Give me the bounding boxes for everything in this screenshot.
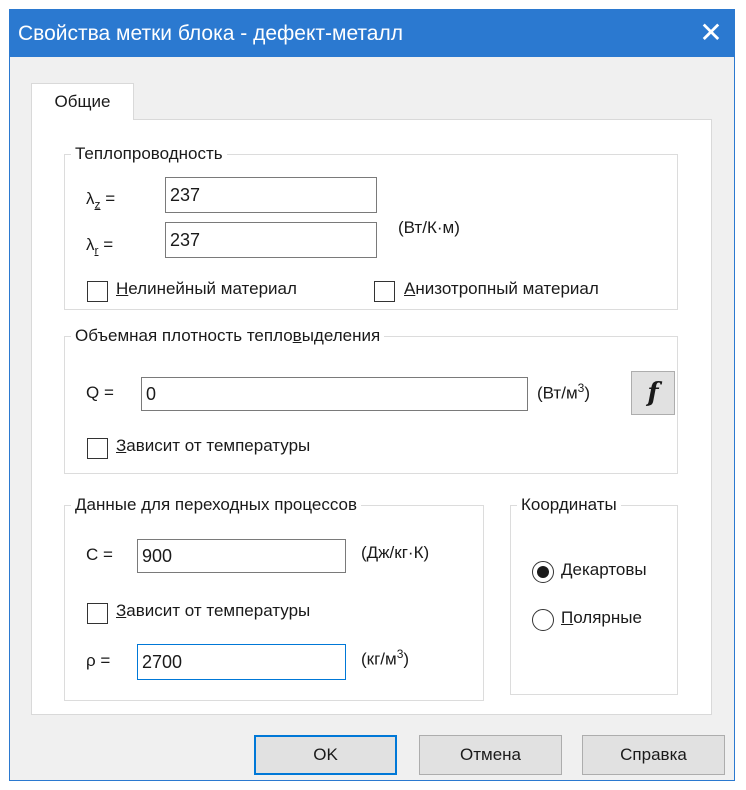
group-transient: Данные для переходных процессов C = (Дж/…: [64, 494, 484, 701]
group-heat-generation: Объемная плотность тепловыделения Q = (В…: [64, 325, 678, 474]
group-transient-legend: Данные для переходных процессов: [71, 494, 362, 516]
rho-input[interactable]: [137, 644, 346, 680]
close-icon[interactable]: ✕: [688, 10, 734, 57]
dialog-window: Свойства метки блока - дефект-металл ✕ О…: [9, 9, 735, 781]
group-conductivity-legend: Теплопроводность: [71, 143, 227, 165]
group-coordinates: Координаты Декартовы Полярные: [510, 494, 678, 695]
nonlinear-checkbox[interactable]: [87, 281, 108, 302]
lambda-z-input[interactable]: [165, 177, 377, 213]
rho-unit: (кг/м3): [361, 647, 410, 669]
tab-panel-general: Теплопроводность λz = λr = (Вт/К·м) Нели…: [31, 119, 712, 715]
ok-button[interactable]: OK: [254, 735, 397, 775]
c-temp-dependent-label[interactable]: Зависит от температуры: [116, 601, 310, 621]
q-label: Q =: [86, 383, 114, 402]
nonlinear-label[interactable]: Нелинейный материал: [116, 279, 297, 299]
c-temp-dependent-checkbox[interactable]: [87, 603, 108, 624]
cancel-button[interactable]: Отмена: [419, 735, 562, 775]
lambda-r-label: λr =: [86, 235, 114, 258]
heat-temp-dependent-checkbox[interactable]: [87, 438, 108, 459]
lambda-z-label: λz =: [86, 189, 116, 212]
c-input[interactable]: [137, 539, 346, 573]
title-bar[interactable]: Свойства метки блока - дефект-металл ✕: [10, 10, 734, 57]
group-coordinates-legend: Координаты: [517, 494, 621, 516]
c-label: C =: [86, 545, 113, 564]
rho-label: ρ =: [86, 651, 111, 670]
group-heat-generation-legend: Объемная плотность тепловыделения: [71, 325, 385, 347]
radio-polar[interactable]: [532, 609, 554, 631]
function-button[interactable]: f: [631, 371, 675, 415]
anisotropic-checkbox[interactable]: [374, 281, 395, 302]
q-input[interactable]: [141, 377, 528, 411]
radio-polar-label[interactable]: Полярные: [561, 608, 642, 628]
anisotropic-label[interactable]: Анизотропный материал: [404, 279, 599, 299]
radio-cartesian[interactable]: [532, 561, 554, 583]
radio-cartesian-dot: [537, 566, 549, 578]
group-conductivity: Теплопроводность λz = λr = (Вт/К·м) Нели…: [64, 143, 678, 310]
q-unit: (Вт/м3): [537, 381, 590, 403]
radio-cartesian-label[interactable]: Декартовы: [561, 560, 647, 580]
lambda-r-input[interactable]: [165, 222, 377, 258]
tab-general[interactable]: Общие: [31, 83, 134, 120]
help-button[interactable]: Справка: [582, 735, 725, 775]
c-unit: (Дж/кг·К): [361, 543, 430, 562]
window-title: Свойства метки блока - дефект-металл: [18, 22, 403, 45]
conductivity-unit: (Вт/К·м): [398, 218, 460, 237]
heat-temp-dependent-label[interactable]: Зависит от температуры: [116, 436, 310, 456]
